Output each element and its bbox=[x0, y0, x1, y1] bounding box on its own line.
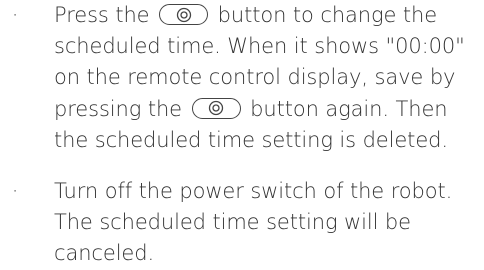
line: scheduled time. When it shows "00:00" bbox=[54, 34, 465, 59]
text: pressing the bbox=[54, 96, 182, 121]
bullet-marker: · bbox=[11, 3, 19, 27]
line: on the remote control display, save by bbox=[54, 65, 456, 90]
list-item: · Turn off the power switch of the robot… bbox=[0, 176, 484, 270]
schedule-button-icon bbox=[159, 4, 209, 25]
text: Press the bbox=[54, 3, 150, 27]
list-item: · Press the button to change the schedul… bbox=[0, 0, 484, 156]
target-icon bbox=[208, 100, 224, 116]
schedule-button-icon bbox=[191, 97, 241, 119]
line: Press the button to change the bbox=[54, 0, 476, 31]
line: the scheduled time setting is deleted. bbox=[54, 127, 448, 152]
bullet-marker: · bbox=[11, 179, 19, 204]
text: button to change the bbox=[217, 3, 438, 27]
instruction-list: · Press the button to change the schedul… bbox=[0, 0, 484, 270]
line: The scheduled time setting will be bbox=[54, 210, 411, 235]
target-icon bbox=[176, 7, 191, 22]
line: Turn off the power switch of the robot. bbox=[54, 179, 453, 204]
line: canceled. bbox=[54, 241, 155, 266]
text: button again. Then bbox=[250, 96, 448, 121]
line: pressing the button again. Then bbox=[54, 94, 476, 125]
